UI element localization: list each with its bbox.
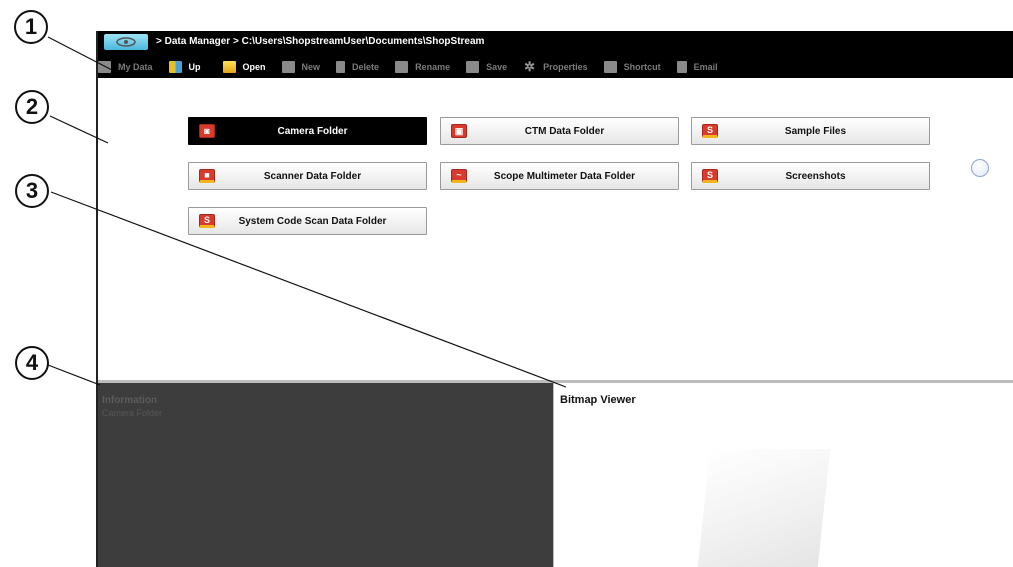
- up-folder-icon: [168, 61, 182, 73]
- folder-button-screenshots[interactable]: S Screenshots: [691, 162, 930, 190]
- email-label: Email: [693, 62, 718, 72]
- gears-icon: ✲: [524, 59, 536, 74]
- open-folder-icon: [222, 61, 236, 73]
- save-label: Save: [486, 62, 508, 72]
- folder-button-scanner-data[interactable]: ■ Scanner Data Folder: [188, 162, 427, 190]
- shortcut-label: Shortcut: [623, 62, 661, 72]
- delete-button[interactable]: Delete: [336, 61, 379, 73]
- bitmap-viewer-panel: Bitmap Viewer: [553, 383, 1013, 567]
- new-button[interactable]: New: [281, 61, 321, 73]
- folder-button-camera[interactable]: ◙ Camera Folder: [188, 117, 427, 145]
- delete-label: Delete: [352, 62, 380, 72]
- shortcut-button[interactable]: Shortcut: [603, 61, 661, 73]
- breadcrumb-path: > Data Manager > C:\Users\ShopstreamUser…: [156, 35, 485, 47]
- properties-label: Properties: [543, 62, 588, 72]
- folder-label: System Code Scan Data Folder: [238, 215, 387, 227]
- information-selected-item: Camera Folder: [102, 408, 163, 418]
- trash-icon: [336, 61, 346, 73]
- new-folder-icon: [281, 61, 295, 73]
- rename-button[interactable]: Rename: [395, 61, 450, 73]
- folder-button-scope-multimeter[interactable]: ~ Scope Multimeter Data Folder: [440, 162, 679, 190]
- leader-line-4: [47, 364, 101, 386]
- data-manager-window: > Data Manager > C:\Users\ShopstreamUser…: [96, 31, 1013, 567]
- scanner-folder-icon: ■: [199, 169, 215, 183]
- open-label: Open: [242, 62, 266, 72]
- rename-label: Rename: [415, 62, 451, 72]
- home-tab-icon[interactable]: [104, 34, 148, 50]
- title-bar: > Data Manager > C:\Users\ShopstreamUser…: [98, 31, 1013, 78]
- new-label: New: [301, 62, 321, 72]
- email-button[interactable]: Email: [676, 61, 718, 73]
- snapon-folder-icon: S: [199, 214, 215, 228]
- toolbar: My Data Up Open New Delete Rename Save ✲…: [98, 59, 734, 75]
- scroll-indicator[interactable]: [971, 159, 989, 177]
- my-data-button[interactable]: My Data: [98, 61, 153, 73]
- my-data-icon: [98, 61, 111, 73]
- folder-label: Scanner Data Folder: [263, 170, 362, 182]
- information-panel: Information Camera Folder: [98, 383, 553, 567]
- snapon-folder-icon: S: [702, 124, 718, 138]
- open-button[interactable]: Open: [222, 61, 266, 73]
- folder-label: Sample Files: [784, 125, 847, 137]
- scope-folder-icon: ~: [451, 169, 467, 183]
- my-data-label: My Data: [118, 62, 153, 72]
- snapon-logo-icon: [116, 37, 136, 47]
- email-icon: [676, 61, 687, 73]
- folder-button-ctm-data[interactable]: ▣ CTM Data Folder: [440, 117, 679, 145]
- shortcut-icon: [603, 61, 617, 73]
- bitmap-viewer-title: Bitmap Viewer: [560, 394, 636, 406]
- folder-button-system-code-scan[interactable]: S System Code Scan Data Folder: [188, 207, 427, 235]
- folder-label: Camera Folder: [277, 125, 348, 137]
- folder-label: Scope Multimeter Data Folder: [493, 170, 636, 182]
- callout-1: 1: [14, 10, 48, 44]
- save-icon: [466, 61, 480, 73]
- rename-icon: [395, 61, 409, 73]
- up-button[interactable]: Up: [168, 61, 201, 73]
- path-row: > Data Manager > C:\Users\ShopstreamUser…: [98, 31, 484, 51]
- callout-3: 3: [15, 174, 49, 208]
- bitmap-preview-image: [697, 449, 831, 567]
- snapon-folder-icon: S: [702, 169, 718, 183]
- folder-label: Screenshots: [785, 170, 846, 182]
- properties-button[interactable]: ✲ Properties: [523, 59, 588, 74]
- up-label: Up: [188, 62, 201, 72]
- camera-folder-icon: ◙: [199, 124, 215, 138]
- callout-2: 2: [15, 90, 49, 124]
- ctm-folder-icon: ▣: [451, 124, 467, 138]
- folder-label: CTM Data Folder: [524, 125, 605, 137]
- callout-4: 4: [15, 346, 49, 380]
- folder-button-sample-files[interactable]: S Sample Files: [691, 117, 930, 145]
- save-button[interactable]: Save: [466, 61, 507, 73]
- information-title: Information: [102, 395, 157, 406]
